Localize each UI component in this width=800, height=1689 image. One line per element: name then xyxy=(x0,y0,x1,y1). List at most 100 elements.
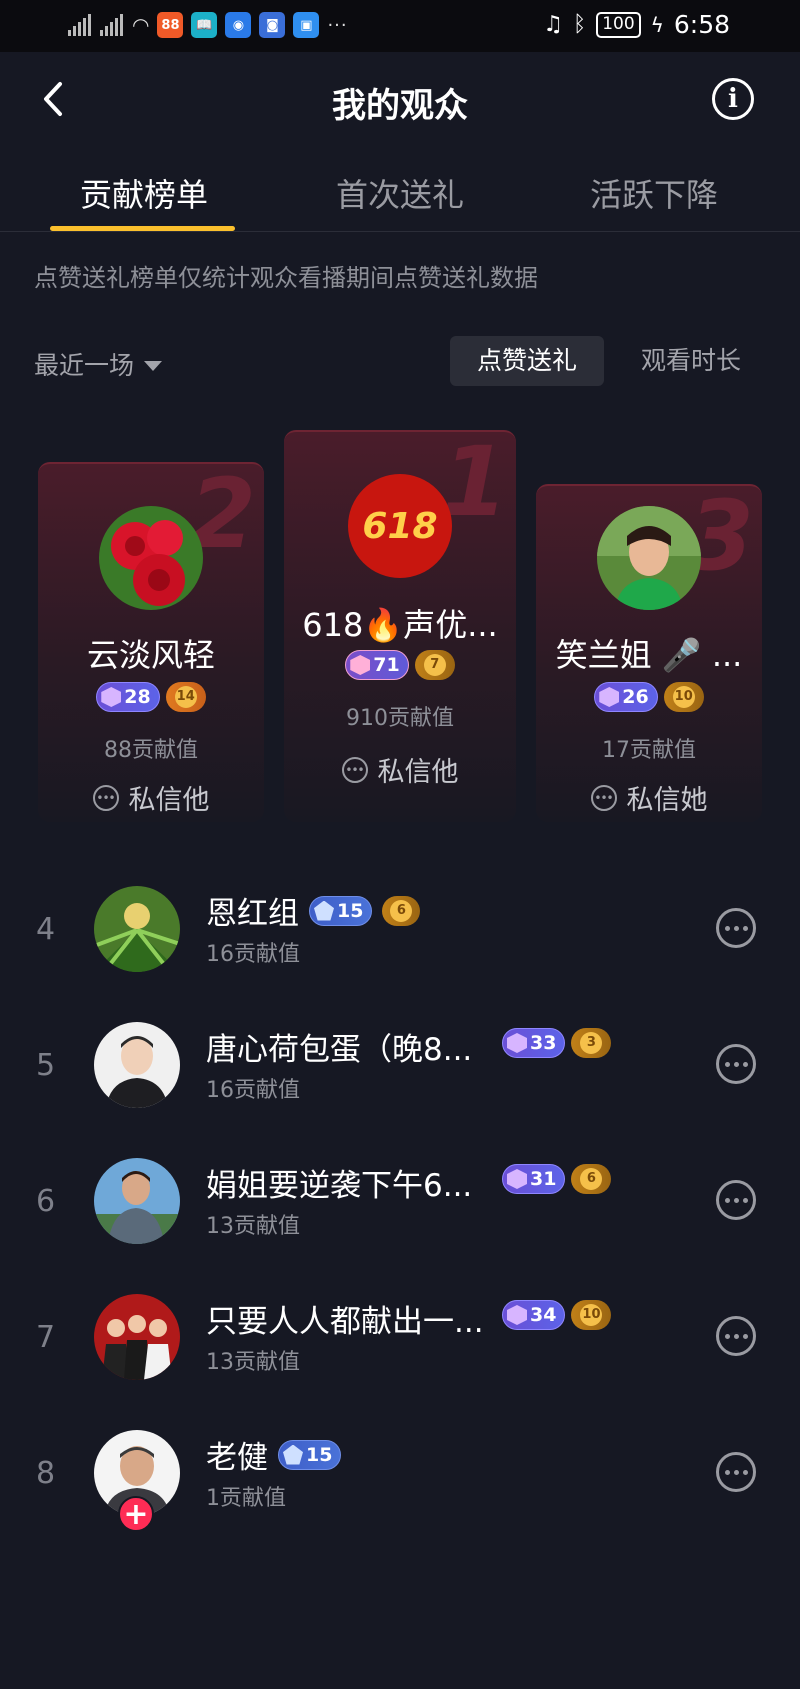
wifi-icon: ◠ xyxy=(132,13,150,37)
badges: 31 6 xyxy=(502,1164,612,1194)
avatar: 618 xyxy=(348,474,452,578)
rank-number: 4 xyxy=(36,912,56,947)
message-icon[interactable] xyxy=(716,1316,756,1356)
message-label: 私信他 xyxy=(128,785,210,816)
segment-watch-time[interactable]: 观看时长 xyxy=(626,336,756,386)
user-name: 只要人人都献出一... xyxy=(206,1304,484,1340)
app-icon-1: 88 xyxy=(157,12,184,38)
list-item[interactable]: 6 娟姐要逆袭下午6... 31 6 13贡献值 xyxy=(0,1140,800,1270)
active-tab-indicator xyxy=(50,226,235,231)
user-name-line: 唐心荷包蛋（晚8... xyxy=(206,1024,472,1069)
message-icon[interactable] xyxy=(716,908,756,948)
fan-badge: 14 xyxy=(165,682,206,712)
avatar xyxy=(94,886,180,972)
level-badge: 71 xyxy=(345,650,409,680)
segment-likes-gifts[interactable]: 点赞送礼 xyxy=(450,336,604,386)
podium-card-rank-3[interactable]: 3 笑兰姐 🎤 ... 26 10 17贡献值 ••• 私信她 xyxy=(536,484,762,822)
message-button[interactable]: ••• 私信她 xyxy=(536,778,762,817)
contribution-value: 16贡献值 xyxy=(206,1078,300,1103)
avatar xyxy=(94,1022,180,1108)
rank-number: 7 xyxy=(36,1320,56,1355)
user-name-line: 只要人人都献出一... xyxy=(206,1296,484,1341)
level-badge: 33 xyxy=(502,1028,566,1058)
status-right: ♫ ᛒ 100 ϟ 6:58 xyxy=(543,10,730,39)
list-item[interactable]: 8 + 老健 15 1贡献值 xyxy=(0,1412,800,1542)
tab-bar: 贡献榜单 首次送礼 活跃下降 xyxy=(0,148,800,232)
contribution-value: 16贡献值 xyxy=(206,942,300,967)
signal-icon-2 xyxy=(100,14,124,36)
podium-card-rank-2[interactable]: 2 云淡风轻 28 14 88贡献值 ••• 私信他 xyxy=(38,462,264,822)
rank-number: 8 xyxy=(36,1456,56,1491)
list-item[interactable]: 4 恩红组 15 6 16贡献值 xyxy=(0,868,800,998)
app-icon-5: ▣ xyxy=(293,12,320,38)
page-title: 我的观众 xyxy=(332,86,468,126)
user-name: 云淡风轻 xyxy=(86,636,215,674)
follow-plus-icon[interactable]: + xyxy=(118,1496,154,1532)
range-label: 最近一场 xyxy=(34,351,135,380)
user-name: 笑兰姐 🎤 ... xyxy=(555,636,743,674)
message-label: 私信他 xyxy=(377,757,459,788)
gem-icon xyxy=(350,655,371,675)
message-icon[interactable] xyxy=(716,1180,756,1220)
signal-icon xyxy=(68,14,92,36)
message-button[interactable]: ••• 私信他 xyxy=(38,778,264,817)
gem-icon xyxy=(507,1033,527,1053)
avatar xyxy=(94,1294,180,1380)
notice-text: 点赞送礼榜单仅统计观众看播期间点赞送礼数据 xyxy=(34,264,538,292)
message-icon[interactable] xyxy=(716,1452,756,1492)
app-icon-4: ◙ xyxy=(259,12,286,38)
level-badge: 15 xyxy=(309,895,373,926)
podium-card-rank-1[interactable]: 1 618 618🔥声优... 71 7 910贡献值 ••• 私信他 xyxy=(284,430,516,822)
clock: 6:58 xyxy=(673,10,730,39)
user-name: 恩红组 xyxy=(206,896,299,932)
avatar xyxy=(597,506,701,610)
rank-number: 5 xyxy=(36,1048,56,1083)
tab-contribution[interactable]: 贡献榜单 xyxy=(34,170,254,216)
avatar xyxy=(99,506,203,610)
level-badge: 28 xyxy=(96,682,160,712)
level-badge: 15 xyxy=(278,1439,342,1470)
range-dropdown[interactable]: 最近一场 xyxy=(34,346,163,382)
user-name-line: 老健 15 xyxy=(206,1432,342,1477)
message-icon: ••• xyxy=(92,784,119,811)
charging-icon: ϟ xyxy=(650,12,664,37)
list-item[interactable]: 7 只要人人都献出一... 34 10 13贡献值 xyxy=(0,1276,800,1406)
contribution-value: 1贡献值 xyxy=(206,1486,286,1511)
status-left: ◠ 88 📖 ◉ ◙ ▣ ··· xyxy=(68,12,348,38)
contribution-value: 13贡献值 xyxy=(206,1214,300,1239)
badges: 71 7 xyxy=(284,650,516,680)
contribution-value: 88贡献值 xyxy=(104,738,198,763)
status-bar: ◠ 88 📖 ◉ ◙ ▣ ··· ♫ ᛒ 100 ϟ 6:58 xyxy=(0,0,800,52)
message-label: 私信她 xyxy=(626,785,708,816)
level-badge: 34 xyxy=(502,1300,566,1330)
user-name: 唐心荷包蛋（晚8... xyxy=(206,1032,473,1068)
tab-activity-drop[interactable]: 活跃下降 xyxy=(544,170,764,216)
fan-badge: 3 xyxy=(571,1028,612,1058)
gem-icon xyxy=(101,687,122,707)
battery-icon: 100 xyxy=(596,11,641,38)
gem-icon xyxy=(283,1444,303,1465)
bluetooth-icon: ᛒ xyxy=(573,12,587,37)
badges: 28 14 xyxy=(38,682,264,712)
rank-number: 6 xyxy=(36,1184,56,1219)
list-item[interactable]: 5 唐心荷包蛋（晚8... 33 3 16贡献值 xyxy=(0,1004,800,1134)
gem-icon xyxy=(599,687,620,707)
fan-badge: 10 xyxy=(571,1300,612,1330)
gem-icon xyxy=(507,1169,527,1189)
user-name: 老健 xyxy=(206,1440,268,1476)
message-button[interactable]: ••• 私信他 xyxy=(284,750,516,789)
user-name-line: 恩红组 15 6 xyxy=(206,888,421,933)
app-icon-3: ◉ xyxy=(225,12,252,38)
tab-first-gift[interactable]: 首次送礼 xyxy=(290,170,510,216)
fan-badge: 6 xyxy=(571,1164,612,1194)
contribution-value: 13贡献值 xyxy=(206,1350,300,1375)
badges: 34 10 xyxy=(502,1300,612,1330)
user-name: 娟姐要逆袭下午6... xyxy=(206,1168,473,1204)
info-icon[interactable]: i xyxy=(712,78,754,120)
avatar xyxy=(94,1158,180,1244)
contribution-value: 910贡献值 xyxy=(346,706,454,731)
user-name-line: 娟姐要逆袭下午6... xyxy=(206,1160,472,1205)
contribution-value: 17贡献值 xyxy=(602,738,696,763)
message-icon[interactable] xyxy=(716,1044,756,1084)
badges: 33 3 xyxy=(502,1028,612,1058)
